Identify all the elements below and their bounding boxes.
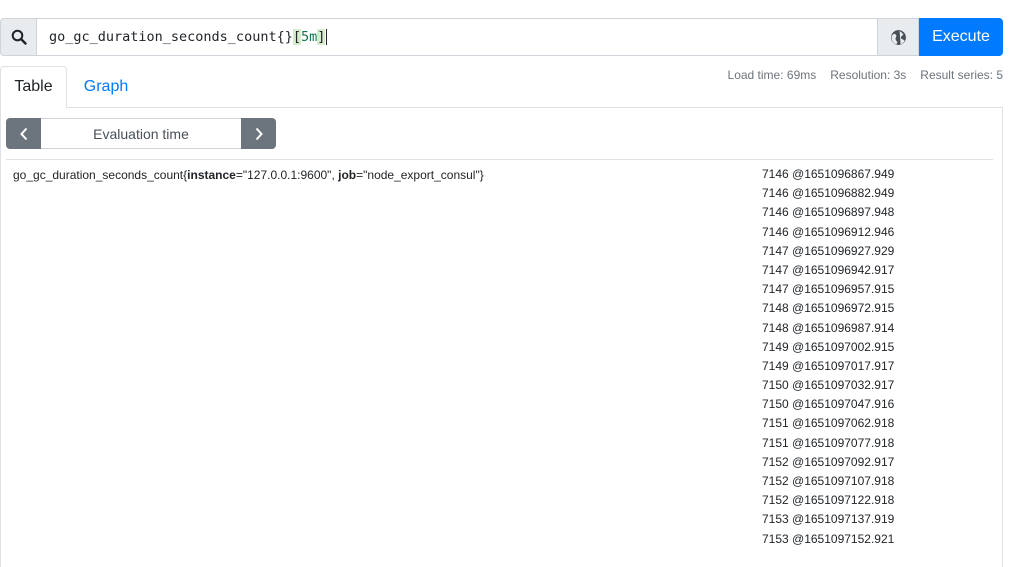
tab-graph[interactable]: Graph	[67, 66, 145, 108]
sample-value: 7147 @1651096957.915	[762, 282, 895, 297]
sample-values: 7146 @1651096867.949 7146 @1651096882.94…	[762, 165, 894, 549]
text-caret	[326, 29, 328, 45]
previous-time-button[interactable]	[6, 118, 41, 149]
query-range-open: [	[292, 29, 301, 45]
sample-value: 7149 @1651097002.915	[762, 339, 895, 354]
evaluation-time-input[interactable]: Evaluation time	[41, 118, 241, 149]
expression-input[interactable]: go_gc_duration_seconds_count{}[5m]	[36, 18, 878, 56]
search-icon	[0, 18, 36, 56]
sample-value: 7153 @1651097137.919	[762, 512, 895, 527]
query-range-duration: 5m	[300, 29, 318, 45]
globe-icon	[890, 29, 906, 45]
sample-value: 7151 @1651097062.918	[762, 416, 895, 431]
query-range-close: ]	[317, 29, 326, 45]
load-time: Load time: 69ms	[727, 68, 817, 82]
sample-value: 7153 @1651097152.921	[762, 531, 895, 546]
tab-table[interactable]: Table	[0, 66, 67, 108]
sample-value: 7147 @1651096927.929	[762, 243, 895, 258]
query-stats: Load time: 69ms Resolution: 3s Result se…	[728, 68, 1003, 82]
table-divider	[6, 159, 993, 160]
chevron-right-icon	[255, 127, 263, 140]
sample-value: 7151 @1651097077.918	[762, 435, 895, 450]
query-metric: go_gc_duration_seconds_count{}	[49, 29, 293, 45]
sample-value: 7148 @1651096987.914	[762, 320, 895, 335]
series-metric-name: go_gc_duration_seconds_count	[13, 168, 184, 182]
label-value-instance: ="127.0.0.1:9600",	[235, 168, 339, 182]
sample-value: 7147 @1651096942.917	[762, 262, 895, 277]
evaluation-time-picker: Evaluation time	[6, 118, 276, 149]
sample-value: 7146 @1651096867.949	[762, 167, 895, 181]
sample-value: 7150 @1651097047.916	[762, 397, 895, 412]
sample-value: 7152 @1651097122.918	[762, 493, 895, 508]
execute-button[interactable]: Execute	[919, 18, 1003, 56]
label-key-job: job	[338, 168, 357, 182]
series-close-brace: }	[479, 168, 484, 182]
sample-value: 7148 @1651096972.915	[762, 301, 895, 316]
next-time-button[interactable]	[241, 118, 276, 149]
label-value-job: ="node_export_consul"	[356, 168, 480, 182]
sample-value: 7146 @1651096882.949	[762, 186, 895, 201]
expression-bar: go_gc_duration_seconds_count{}[5m] Execu…	[0, 18, 1003, 56]
series-label: go_gc_duration_seconds_count{instance="1…	[13, 168, 484, 182]
result-series: Result series: 5	[920, 68, 1003, 82]
chevron-left-icon	[19, 127, 27, 140]
metrics-explorer-button[interactable]	[878, 18, 919, 56]
sample-value: 7152 @1651097092.917	[762, 454, 895, 469]
label-key-instance: instance	[187, 168, 236, 182]
sample-value: 7152 @1651097107.918	[762, 474, 895, 488]
sample-value: 7150 @1651097032.917	[762, 378, 895, 393]
sample-value: 7146 @1651096897.948	[762, 205, 895, 220]
resolution: Resolution: 3s	[830, 68, 907, 82]
sample-value: 7149 @1651097017.917	[762, 358, 895, 373]
sample-value: 7146 @1651096912.946	[762, 224, 895, 239]
